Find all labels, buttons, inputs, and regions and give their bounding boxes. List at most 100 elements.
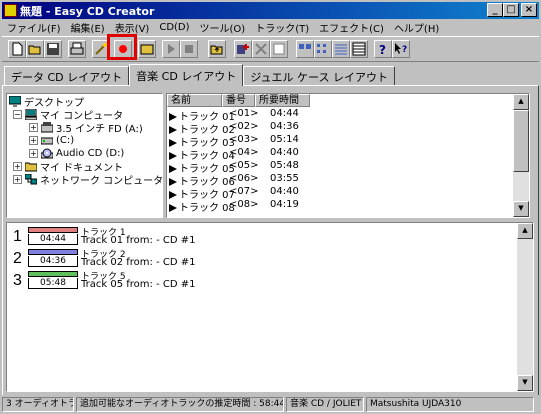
menu-cd[interactable]: CD(D) — [154, 22, 194, 33]
harddisk-icon — [41, 137, 53, 145]
context-help-icon: ? — [395, 43, 407, 55]
expand-icon[interactable]: + — [29, 123, 38, 132]
expand-icon[interactable]: + — [13, 175, 22, 184]
help-icon: ? — [379, 43, 386, 56]
status-remaining-time: 追加可能なオーディオトラックの推定時間 : 58:44 — [76, 397, 284, 412]
tree-item-floppy[interactable]: + 3.5 インチ FD (A:) — [29, 121, 143, 135]
record-highlight-frame — [107, 34, 137, 60]
open-button[interactable] — [26, 40, 44, 58]
scroll-down-button[interactable]: ▼ — [513, 201, 529, 217]
audio-track-icon — [169, 178, 177, 186]
audio-track-icon — [169, 126, 177, 134]
menu-bar: ファイル(F) 編集(E) 表示(V) CD(D) ツール(O) トラック(T)… — [2, 19, 539, 36]
tab-music-cd-layout[interactable]: 音楽 CD レイアウト — [129, 64, 244, 86]
add-icon — [237, 44, 249, 54]
play-icon — [168, 44, 175, 54]
menu-help[interactable]: ヘルプ(H) — [389, 20, 444, 35]
column-header-name[interactable]: 名前 — [167, 94, 222, 107]
track-duration: 04:36 — [270, 121, 299, 132]
add-button[interactable] — [234, 40, 252, 58]
track-number: <02> — [229, 121, 259, 132]
large-icons-button[interactable] — [296, 40, 314, 58]
layout-desc: Track 02 from: - CD #1 — [81, 257, 196, 268]
svg-text:?: ? — [379, 43, 386, 56]
scroll-down-button[interactable]: ▼ — [517, 375, 533, 391]
track-list-scrollbar[interactable]: ▲ ▼ — [513, 94, 529, 217]
small-icons-button[interactable] — [314, 40, 332, 58]
maximize-icon: □ — [506, 4, 516, 15]
network-icon — [25, 174, 37, 185]
folder-up-icon — [210, 45, 223, 55]
context-help-button[interactable]: ? — [392, 40, 410, 58]
tab-jewel-case-layout[interactable]: ジュエル ケース レイアウト — [243, 66, 395, 86]
layout-scrollbar[interactable]: ▲ ▼ — [517, 223, 533, 391]
layout-time: 04:36 — [28, 256, 78, 267]
delete-button[interactable] — [252, 40, 270, 58]
status-format: 音楽 CD / JOLIET — [286, 397, 364, 412]
expand-icon[interactable]: + — [29, 149, 38, 158]
cd-layout-area[interactable]: 1 04:44 トラック 1 Track 01 from: - CD #1 2 … — [6, 222, 534, 392]
track-list[interactable]: 名前 番号 所要時間 トラック 01 <01> 04:44 トラック 02 <0… — [166, 93, 530, 218]
track-duration: 04:19 — [270, 199, 299, 210]
track-color-bar — [28, 249, 78, 255]
layout-desc: Track 01 from: - CD #1 — [81, 235, 196, 246]
audio-track-icon — [169, 139, 177, 147]
tab-data-cd-layout[interactable]: データ CD レイアウト — [4, 66, 130, 86]
folder-tree[interactable]: デスクトップ − マイ コンピュータ + 3.5 インチ FD (A:) + (… — [6, 93, 163, 218]
track-duration: 05:48 — [270, 160, 299, 171]
minimize-button[interactable]: _ — [487, 3, 503, 17]
new-button[interactable] — [8, 40, 26, 58]
toolbar: ? ? — [2, 36, 539, 62]
track-color-bar — [28, 271, 78, 277]
folder-up-button[interactable] — [208, 40, 226, 58]
menu-track[interactable]: トラック(T) — [250, 20, 314, 35]
menu-tools[interactable]: ツール(O) — [195, 20, 251, 35]
list-icon — [335, 44, 347, 55]
menu-edit[interactable]: 編集(E) — [66, 20, 110, 35]
track-number: <08> — [229, 199, 259, 210]
scroll-up-button[interactable]: ▲ — [513, 94, 529, 110]
menu-effects[interactable]: エフェクト(C) — [314, 20, 389, 35]
close-button[interactable]: × — [521, 3, 537, 17]
status-track-count: 3 オーディオトラック — [2, 397, 74, 412]
tree-item-network[interactable]: + ネットワーク コンピュータ — [13, 173, 163, 187]
expand-icon[interactable]: + — [13, 162, 22, 171]
maximize-button[interactable]: □ — [503, 3, 519, 17]
cd-button[interactable] — [138, 40, 156, 58]
desktop-icon — [9, 96, 21, 107]
properties-button[interactable] — [270, 40, 288, 58]
track-duration: 03:55 — [270, 173, 299, 184]
title-bar[interactable]: 無題 - Easy CD Creator _ □ × — [2, 2, 539, 19]
large-icons-icon — [299, 44, 311, 49]
track-color-bar — [28, 227, 78, 233]
tree-item-label: ネットワーク コンピュータ — [40, 176, 163, 187]
status-drive: Matsushita UJDA310 — [366, 397, 534, 412]
stop-button[interactable] — [180, 40, 198, 58]
help-button[interactable]: ? — [374, 40, 392, 58]
menu-view[interactable]: 表示(V) — [110, 20, 155, 35]
track-number: <04> — [229, 147, 259, 158]
menu-file[interactable]: ファイル(F) — [2, 20, 66, 35]
save-button[interactable] — [44, 40, 62, 58]
audio-track-icon — [169, 204, 177, 212]
stop-icon — [185, 45, 193, 53]
scroll-up-button[interactable]: ▲ — [517, 223, 533, 239]
expand-icon[interactable]: + — [29, 136, 38, 145]
play-button[interactable] — [162, 40, 180, 58]
track-name: トラック 08 — [179, 203, 235, 214]
scroll-thumb[interactable] — [513, 110, 529, 172]
column-header-number[interactable]: 番号 — [222, 94, 255, 107]
audio-cd-icon — [41, 148, 53, 159]
column-header-duration[interactable]: 所要時間 — [255, 94, 310, 107]
tree-item-label: Audio CD (D:) — [56, 148, 125, 159]
details-button[interactable] — [350, 40, 368, 58]
print-button[interactable] — [68, 40, 86, 58]
list-button[interactable] — [332, 40, 350, 58]
layout-index: 1 — [13, 228, 22, 245]
audio-track-icon — [169, 165, 177, 173]
layout-time: 05:48 — [28, 278, 78, 289]
small-icons-icon — [317, 44, 326, 53]
collapse-icon[interactable]: − — [13, 110, 22, 119]
tree-item-c-drive[interactable]: + (C:) — [29, 134, 74, 147]
layout-desc: Track 05 from: - CD #1 — [81, 279, 196, 290]
